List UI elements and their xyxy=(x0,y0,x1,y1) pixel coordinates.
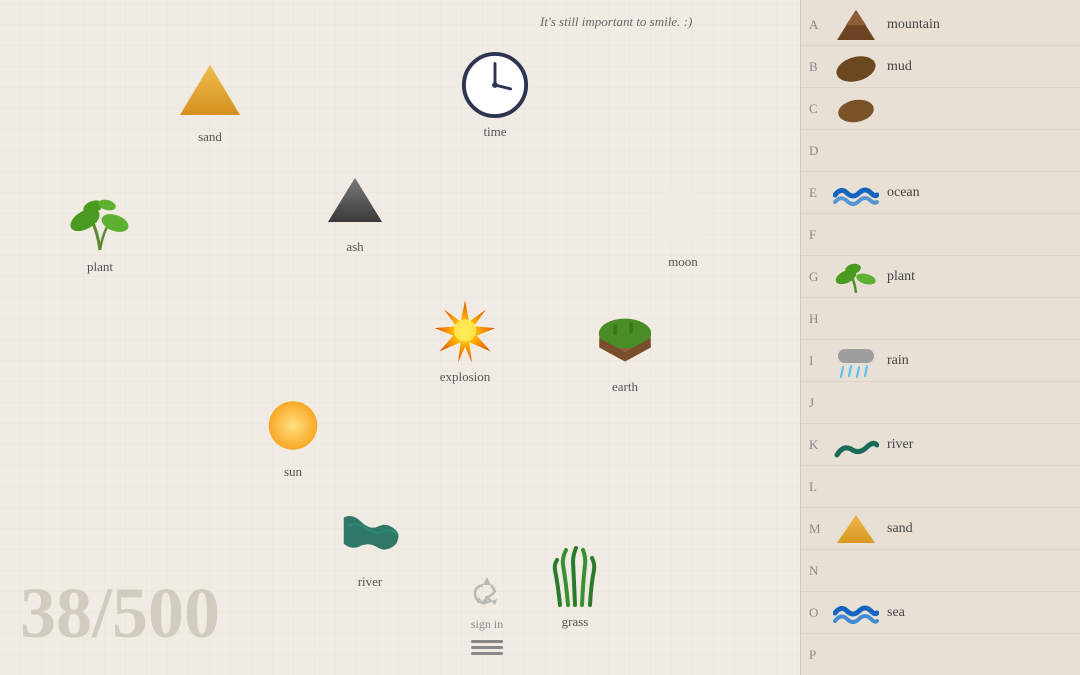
empty-d-icon xyxy=(831,133,881,169)
recycle-icon[interactable] xyxy=(469,573,505,609)
ash-icon xyxy=(320,165,390,235)
plant-label: plant xyxy=(87,259,113,275)
sidebar-label-mountain: mountain xyxy=(887,17,940,33)
sidebar-item-sea[interactable]: O sea xyxy=(801,592,1080,634)
earth-label: earth xyxy=(612,379,638,395)
sun-icon xyxy=(258,390,328,460)
sidebar-letter-c: C xyxy=(809,101,831,117)
empty-p-icon xyxy=(831,637,881,673)
sidebar-letter-h: H xyxy=(809,311,831,327)
time-icon xyxy=(460,50,530,120)
empty-h-icon xyxy=(831,301,881,337)
mountain-sidebar-icon xyxy=(831,7,881,43)
board-item-grass[interactable]: grass xyxy=(540,540,610,630)
sidebar-item-l[interactable]: L xyxy=(801,466,1080,508)
sidebar-letter-l: L xyxy=(809,479,831,495)
board-item-explosion[interactable]: explosion xyxy=(430,295,500,385)
river-sidebar-icon xyxy=(831,427,881,463)
sidebar-item-rain[interactable]: I rain xyxy=(801,340,1080,382)
sidebar-label-river: river xyxy=(887,437,913,453)
sidebar-letter-g: G xyxy=(809,269,831,285)
sidebar-letter-a: A xyxy=(809,17,831,33)
sidebar-item-d[interactable]: D xyxy=(801,130,1080,172)
sidebar-label-sea: sea xyxy=(887,605,905,621)
sidebar-label-ocean: ocean xyxy=(887,185,920,201)
sidebar: A mountain B mud C D xyxy=(800,0,1080,675)
top-message: It's still important to smile. :) xyxy=(540,14,692,30)
sidebar-letter-k: K xyxy=(809,437,831,453)
sidebar-label-plant: plant xyxy=(887,269,915,285)
board-item-sun[interactable]: sun xyxy=(258,390,328,480)
rain-sidebar-icon xyxy=(831,343,881,379)
sidebar-item-j[interactable]: J xyxy=(801,382,1080,424)
sun-label: sun xyxy=(284,464,302,480)
earth-icon xyxy=(590,305,660,375)
sidebar-label-sand: sand xyxy=(887,521,913,537)
board-item-earth[interactable]: earth xyxy=(590,305,660,395)
board-item-plant[interactable]: plant xyxy=(65,185,135,275)
sand-label: sand xyxy=(198,129,222,145)
sidebar-letter-e: E xyxy=(809,185,831,201)
sidebar-letter-m: M xyxy=(809,521,831,537)
empty-l-icon xyxy=(831,469,881,505)
explosion-icon xyxy=(430,295,500,365)
empty-n-icon xyxy=(831,553,881,589)
ocean-sidebar-icon xyxy=(831,175,881,211)
plant-icon xyxy=(65,185,135,255)
grass-label: grass xyxy=(562,614,589,630)
board-item-sand[interactable]: sand xyxy=(175,55,245,145)
sidebar-item-mud[interactable]: B mud xyxy=(801,46,1080,88)
sidebar-letter-d: D xyxy=(809,143,831,159)
sidebar-label-rain: rain xyxy=(887,353,909,369)
sand-icon xyxy=(175,55,245,125)
play-area[interactable]: It's still important to smile. :) sand xyxy=(0,0,800,675)
bottom-controls: sign in xyxy=(469,573,505,655)
sand-sidebar-icon xyxy=(831,511,881,547)
board-item-ash[interactable]: ash xyxy=(320,165,390,255)
empty-j-icon xyxy=(831,385,881,421)
board-item-time[interactable]: time xyxy=(460,50,530,140)
moon-label: moon xyxy=(668,254,698,270)
sidebar-letter-j: J xyxy=(809,395,831,411)
sidebar-item-f[interactable]: F xyxy=(801,214,1080,256)
sidebar-letter-f: F xyxy=(809,227,831,243)
sidebar-letter-b: B xyxy=(809,59,831,75)
sidebar-item-n[interactable]: N xyxy=(801,550,1080,592)
sidebar-item-mountain[interactable]: A mountain xyxy=(801,4,1080,46)
sidebar-item-h[interactable]: H xyxy=(801,298,1080,340)
sidebar-item-ocean[interactable]: E ocean xyxy=(801,172,1080,214)
river-label: river xyxy=(358,574,383,590)
board-item-river[interactable]: river xyxy=(335,500,405,590)
mud2-sidebar-icon xyxy=(831,91,881,127)
sidebar-letter-n: N xyxy=(809,563,831,579)
sidebar-label-mud: mud xyxy=(887,59,912,75)
ash-label: ash xyxy=(346,239,363,255)
board-item-moon[interactable]: moon xyxy=(648,180,718,270)
river-board-icon xyxy=(335,500,405,570)
empty-f-icon xyxy=(831,217,881,253)
sidebar-item-river[interactable]: K river xyxy=(801,424,1080,466)
grass-icon xyxy=(540,540,610,610)
sidebar-item-p[interactable]: P xyxy=(801,634,1080,675)
sidebar-letter-p: P xyxy=(809,647,831,663)
score: 38/500 xyxy=(20,572,220,655)
menu-button[interactable] xyxy=(471,640,503,655)
sidebar-item-mud2[interactable]: C xyxy=(801,88,1080,130)
time-label: time xyxy=(483,124,506,140)
sidebar-letter-i: I xyxy=(809,353,831,369)
sea-sidebar-icon xyxy=(831,595,881,631)
plant-sidebar-icon xyxy=(831,259,881,295)
sidebar-item-sand[interactable]: M sand xyxy=(801,508,1080,550)
sign-in-label[interactable]: sign in xyxy=(471,617,503,632)
moon-icon xyxy=(648,180,718,250)
mud-sidebar-icon xyxy=(831,49,881,85)
sidebar-item-plant[interactable]: G plant xyxy=(801,256,1080,298)
sidebar-letter-o: O xyxy=(809,605,831,621)
explosion-label: explosion xyxy=(440,369,491,385)
